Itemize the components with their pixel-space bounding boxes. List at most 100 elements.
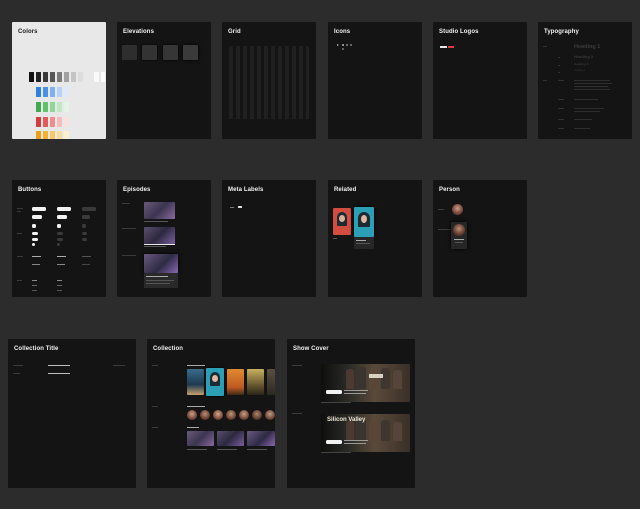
collection-poster-1[interactable] [187, 369, 204, 395]
grid-title: Grid [228, 29, 241, 35]
collection-frame[interactable]: Collection [147, 339, 275, 488]
collection-title-frame[interactable]: Collection Title [8, 339, 136, 488]
swatch-black[interactable] [29, 72, 34, 82]
swatch-green-2[interactable] [43, 102, 48, 112]
collection-avatar-1[interactable] [187, 410, 197, 420]
button-sample-6[interactable] [32, 232, 38, 235]
studio-logo-red [448, 46, 454, 48]
collection-poster-5[interactable] [267, 369, 275, 395]
related-frame[interactable]: Related [328, 180, 422, 297]
primary-button-sample[interactable] [32, 207, 46, 211]
episodes-frame[interactable]: Episodes [117, 180, 211, 297]
show-cover-play-button-2[interactable] [326, 440, 342, 444]
grid-columns [229, 46, 309, 119]
grid-frame[interactable]: Grid [222, 22, 316, 139]
colors-frame[interactable]: Colors [12, 22, 106, 139]
swatch-blue-5[interactable] [64, 87, 69, 97]
swatch-red-4[interactable] [57, 117, 62, 127]
primary-button-sample-2[interactable] [57, 207, 71, 211]
show-cover-frame[interactable]: Show Cover Silicon Valley [287, 339, 415, 488]
elevation-card-2[interactable] [142, 45, 157, 60]
elevation-card-1[interactable] [122, 45, 137, 60]
secondary-button-sample[interactable] [82, 207, 96, 211]
collection-avatar-7[interactable] [265, 410, 275, 420]
collection-avatar-2[interactable] [200, 410, 210, 420]
button-sample-4[interactable] [57, 215, 67, 219]
swatch-blue-2[interactable] [43, 87, 48, 97]
swatch-yellow-4[interactable] [57, 131, 62, 139]
swatch-white-2[interactable] [101, 72, 105, 82]
collection-poster-3[interactable] [227, 369, 244, 395]
swatch-blue-1[interactable] [36, 87, 41, 97]
swatch-yellow-5[interactable] [64, 131, 69, 139]
person-frame[interactable]: Person [433, 180, 527, 297]
color-swatch-grid [12, 22, 106, 139]
button-sample-10[interactable] [57, 238, 63, 241]
star-icon [350, 44, 352, 46]
swatch-green-5[interactable] [64, 102, 69, 112]
icons-frame[interactable]: Icons [328, 22, 422, 139]
swatch-red-5[interactable] [64, 117, 69, 127]
swatch-green-4[interactable] [57, 102, 62, 112]
show-cover-hero-2[interactable]: Silicon Valley [321, 414, 410, 452]
buttons-frame[interactable]: Buttons [12, 180, 106, 297]
swatch-red-3[interactable] [50, 117, 55, 127]
collection-avatar-6[interactable] [252, 410, 262, 420]
meta-label-sample-2 [238, 206, 242, 208]
swatch-red-1[interactable] [36, 117, 41, 127]
swatch-yellow-3[interactable] [50, 131, 55, 139]
swatch-blue-3[interactable] [50, 87, 55, 97]
elevations-frame[interactable]: Elevations [117, 22, 211, 139]
meta-labels-frame[interactable]: Meta Labels [222, 180, 316, 297]
collection-episode-1[interactable] [187, 431, 214, 446]
swatch-yellow-1[interactable] [36, 131, 41, 139]
icon-set [337, 44, 357, 50]
collection-episode-3[interactable] [247, 431, 275, 446]
elevation-card-4[interactable] [183, 45, 198, 60]
collection-avatar-4[interactable] [226, 410, 236, 420]
swatch-white-1[interactable] [94, 72, 99, 82]
button-sample-13[interactable] [57, 243, 60, 246]
swatch-green-3[interactable] [50, 102, 55, 112]
collection-episode-2[interactable] [217, 431, 244, 446]
button-sample-11[interactable] [82, 238, 87, 241]
episode-thumbnail-focused[interactable] [144, 254, 178, 273]
icon-button-sample-3[interactable] [82, 224, 86, 228]
related-poster-1[interactable] [333, 208, 351, 235]
show-cover-play-button-1[interactable] [326, 390, 342, 394]
related-poster-focused[interactable] [354, 207, 374, 237]
show-cover-hero-1[interactable] [321, 364, 410, 402]
swatch-gray-500[interactable] [57, 72, 62, 82]
collection-avatar-5[interactable] [239, 410, 249, 420]
check-icon [346, 44, 348, 46]
button-sample-8[interactable] [82, 232, 87, 235]
swatch-blue-4[interactable] [57, 87, 62, 97]
studio-logos-frame[interactable]: Studio Logos [433, 22, 527, 139]
swatch-red-2[interactable] [43, 117, 48, 127]
swatch-gray-300[interactable] [71, 72, 76, 82]
person-avatar[interactable] [452, 204, 463, 215]
episode-thumbnail-2[interactable] [144, 227, 175, 244]
swatch-gray-900[interactable] [36, 72, 41, 82]
swatch-yellow-2[interactable] [43, 131, 48, 139]
icon-button-sample[interactable] [32, 224, 36, 228]
button-sample-7[interactable] [57, 232, 63, 235]
button-sample-3[interactable] [32, 215, 42, 219]
elevation-card-3[interactable] [163, 45, 178, 60]
button-sample-9[interactable] [32, 238, 38, 241]
button-sample-5[interactable] [82, 215, 90, 219]
button-sample-12[interactable] [32, 243, 35, 246]
swatch-gray-400[interactable] [64, 72, 69, 82]
collection-poster-4[interactable] [247, 369, 264, 395]
collection-title-sample-2 [48, 373, 70, 374]
collection-avatar-3[interactable] [213, 410, 223, 420]
icon-button-sample-2[interactable] [57, 224, 61, 228]
swatch-green-1[interactable] [36, 102, 41, 112]
swatch-gray-800[interactable] [43, 72, 48, 82]
collection-poster-2[interactable] [206, 368, 224, 396]
person-card-focused[interactable] [451, 222, 467, 249]
swatch-gray-200[interactable] [78, 72, 83, 82]
swatch-gray-700[interactable] [50, 72, 55, 82]
episode-thumbnail-1[interactable] [144, 202, 175, 219]
typography-frame[interactable]: Typography Heading 1 Heading 2 Heading 3… [538, 22, 632, 139]
